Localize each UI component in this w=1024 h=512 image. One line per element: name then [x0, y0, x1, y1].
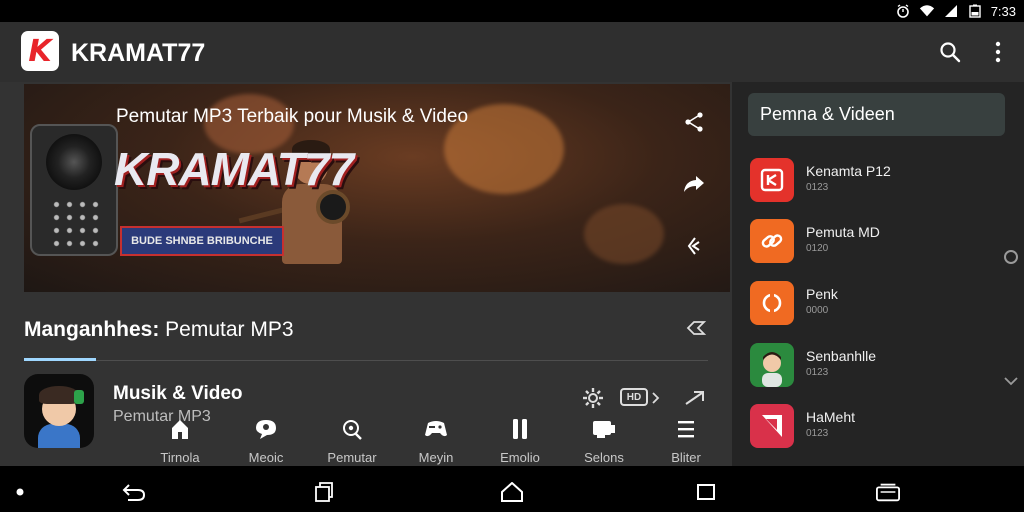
side-list-item[interactable]: Pemuta MD 0120 [750, 219, 990, 265]
nav-item-emolio[interactable]: Emolio [480, 416, 560, 468]
home-icon [168, 416, 192, 442]
gamepad-icon [424, 416, 448, 442]
status-time: 7:33 [990, 3, 1016, 19]
arrow-forward-icon[interactable] [682, 386, 708, 410]
section-divider [24, 360, 708, 361]
battery-icon [967, 4, 983, 18]
nav-label: Meyin [418, 450, 454, 465]
nav-item-pemutar[interactable]: Pemutar [312, 416, 392, 468]
square-logo-icon [750, 158, 794, 202]
side-list-item[interactable]: Senbanhlle 0123 [750, 343, 990, 389]
chat-icon [254, 416, 278, 442]
nav-item-bliter[interactable]: Bliter [646, 416, 726, 468]
section-tab-indicator [24, 358, 96, 361]
menu-icon [674, 416, 698, 442]
nav-item-meoic[interactable]: Meoic [226, 416, 306, 468]
hero-banner[interactable]: Pemutar MP3 Terbaik pour Musik & Video K… [24, 84, 730, 292]
side-list-item[interactable]: Penk 0000 [750, 281, 990, 327]
section-title-rest: Pemutar MP3 [159, 318, 294, 341]
home-nav-icon[interactable] [500, 482, 524, 502]
swap-icon[interactable] [682, 314, 710, 342]
hd-badge[interactable]: HD [620, 388, 648, 406]
side-item-name: Kenamta P12 [806, 163, 891, 179]
forward-icon[interactable] [680, 170, 708, 198]
banner-title: Pemutar MP3 Terbaik pour Musik & Video [116, 106, 469, 127]
banner-ribbon: BUDE SHNBE BRIBUNCHE [120, 226, 284, 256]
bottom-navigation: Tirnola Meoic Pemutar Meyin Emolio Selon… [140, 416, 720, 468]
section-title-label: Manganhhes: [24, 318, 160, 341]
link-icon [750, 219, 794, 263]
podcast-icon [340, 416, 364, 442]
alarm-icon [895, 4, 911, 18]
radio-button[interactable] [1004, 250, 1018, 264]
avatar [24, 374, 94, 448]
side-item-meta: 0120 [806, 243, 829, 254]
side-item-name: Penk [806, 286, 838, 302]
wifi-icon [919, 4, 935, 18]
side-item-name: Senbanhlle [806, 348, 877, 364]
app-title: KRAMAT77 [71, 39, 206, 67]
side-item-name: HaMeht [806, 409, 856, 425]
settings-icon[interactable] [580, 386, 606, 410]
status-bar: 7:33 [0, 0, 1024, 22]
side-panel: Pemna & Videen Kenamta P12 0123 Pemuta M… [732, 82, 1024, 466]
recents-stack-icon[interactable] [312, 482, 336, 502]
nav-label: Emolio [500, 450, 540, 465]
side-item-meta: 0000 [806, 305, 829, 316]
banner-brand: KRAMAT77 [114, 143, 354, 195]
nav-label: Selons [584, 450, 624, 465]
side-list-item[interactable]: HaMeht 0123 [750, 404, 990, 450]
app-logo-letter: K [28, 33, 52, 69]
side-panel-header[interactable]: Pemna & Videen [748, 93, 1005, 136]
share-icon[interactable] [680, 108, 708, 136]
dot-icon [8, 482, 32, 502]
app-logo[interactable]: K [21, 31, 59, 71]
side-list-item[interactable]: Kenamta P12 0123 [750, 158, 990, 204]
back-icon[interactable] [122, 482, 146, 502]
section-title: Manganhhes: Pemutar MP3 [24, 318, 294, 342]
nav-label: Tirnola [160, 450, 200, 465]
side-item-name: Pemuta MD [806, 224, 880, 240]
sync-icon [750, 281, 794, 325]
triangle-logo-icon [750, 404, 794, 448]
search-icon[interactable] [937, 39, 963, 65]
side-item-meta: 0123 [806, 182, 829, 193]
speaker-illustration [30, 124, 118, 256]
list-item-title: Musik & Video [113, 383, 243, 404]
pause-icon [508, 416, 532, 442]
nav-label: Bliter [671, 450, 701, 465]
tabs-icon[interactable] [876, 482, 900, 502]
repost-icon[interactable] [680, 232, 708, 260]
chevron-down-icon[interactable] [1002, 374, 1020, 388]
app-bar: K KRAMAT77 [0, 22, 1024, 82]
main-panel: Pemutar MP3 Terbaik pour Musik & Video K… [0, 82, 732, 466]
avatar-icon [750, 343, 794, 387]
nav-item-tirnola[interactable]: Tirnola [140, 416, 220, 468]
side-item-meta: 0123 [806, 428, 829, 439]
chevron-right-icon[interactable] [650, 386, 662, 410]
nav-label: Meoic [248, 450, 284, 465]
system-navigation-bar [0, 466, 1024, 512]
overview-icon[interactable] [694, 482, 718, 502]
nav-label: Pemutar [327, 450, 377, 465]
nav-item-meyin[interactable]: Meyin [396, 416, 476, 468]
nav-item-selons[interactable]: Selons [564, 416, 644, 468]
more-vert-icon[interactable] [985, 39, 1011, 65]
cast-icon [592, 416, 616, 442]
signal-icon [943, 4, 959, 18]
side-item-meta: 0123 [806, 367, 829, 378]
